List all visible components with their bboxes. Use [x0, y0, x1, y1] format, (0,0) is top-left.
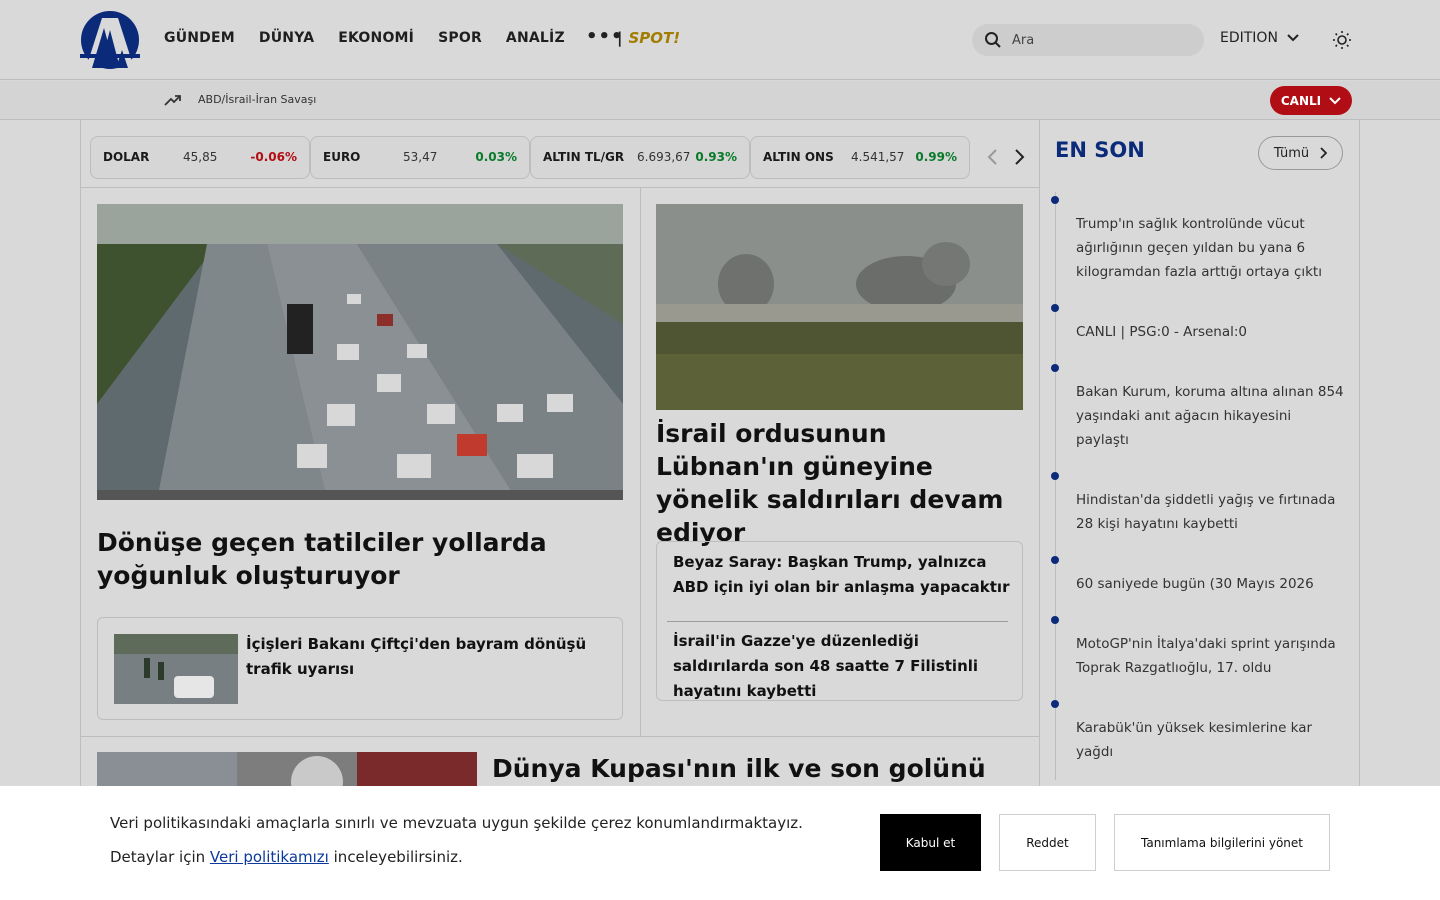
- chevron-right-icon[interactable]: [1013, 148, 1027, 166]
- main-content: DOLAR 45,85 -0.06% EURO 53,47 0.03% ALTI…: [80, 120, 1040, 800]
- edition-label: EDITION: [1220, 30, 1278, 46]
- nav-spor[interactable]: SPOR: [438, 30, 482, 46]
- second-related-card: Beyaz Saray: Başkan Trump, yalnızca ABD …: [656, 541, 1023, 701]
- related-story-image: [114, 634, 238, 704]
- feed-item-text: Hindistan'da şiddetli yağış ve fırtınada…: [1076, 492, 1336, 532]
- reject-cookies-button[interactable]: Reddet: [999, 814, 1096, 871]
- related-story-card[interactable]: İçişleri Bakanı Çiftçi'den bayram dönüşü…: [97, 617, 623, 720]
- feed-item-text: Trump'ın sağlık kontrolünde vücut ağırlı…: [1076, 216, 1322, 280]
- card-divider: [667, 621, 1008, 622]
- feed-item-text: Karabük'ün yüksek kesimlerine kar yağdı: [1076, 720, 1313, 760]
- spot-link[interactable]: | SPOT!: [617, 29, 680, 47]
- ticker-name: DOLAR: [103, 150, 150, 164]
- timeline-dot: [1051, 196, 1059, 204]
- feed-item-text: Bakan Kurum, koruma altına alınan 854 ya…: [1076, 384, 1344, 448]
- search-icon: [985, 32, 1001, 48]
- timeline-dot: [1051, 304, 1059, 312]
- nav-ekonomi[interactable]: EKONOMİ: [338, 30, 414, 46]
- cookie-banner: Veri politikasındaki amaçlarla sınırlı v…: [0, 786, 1440, 900]
- feed-item-text: CANLI | PSG:0 - Arsenal:0: [1076, 324, 1247, 340]
- column-divider: [640, 188, 641, 736]
- market-ticker: DOLAR 45,85 -0.06% EURO 53,47 0.03% ALTI…: [81, 120, 1039, 188]
- spot-separator: |: [617, 29, 623, 47]
- timeline-dot: [1051, 364, 1059, 372]
- see-all-label: Tümü: [1273, 145, 1310, 161]
- edition-selector[interactable]: EDITION: [1220, 30, 1300, 46]
- chevron-down-icon: [1329, 96, 1341, 104]
- ticker-value: 4.541,57: [851, 150, 905, 164]
- lead-story-image[interactable]: [97, 204, 623, 500]
- ticker-name: ALTIN TL/GR: [543, 150, 625, 164]
- related-story-title: İçişleri Bakanı Çiftçi'den bayram dönüşü…: [246, 635, 587, 678]
- ticker-change: 0.99%: [915, 150, 957, 164]
- second-related-title-1[interactable]: Beyaz Saray: Başkan Trump, yalnızca ABD …: [673, 550, 1013, 600]
- row-divider: [81, 736, 1039, 737]
- chevron-right-icon: [1320, 147, 1328, 159]
- ticker-item-euro[interactable]: EURO 53,47 0.03%: [310, 136, 530, 179]
- ticker-name: EURO: [323, 150, 361, 164]
- sidebar-title: EN SON: [1055, 138, 1145, 162]
- feed-item[interactable]: Bakan Kurum, koruma altına alınan 854 ya…: [1051, 360, 1345, 468]
- sun-icon[interactable]: [1332, 30, 1352, 50]
- chevron-down-icon: [1287, 34, 1299, 42]
- second-story-headline[interactable]: İsrail ordusunun Lübnan'ın güneyine yöne…: [656, 417, 1026, 549]
- feed-item[interactable]: MotoGP'nin İtalya'daki sprint yarışında …: [1051, 612, 1345, 696]
- ticker-name: ALTIN ONS: [763, 150, 834, 164]
- cookie-text: Veri politikasındaki amaçlarla sınırlı v…: [110, 814, 803, 832]
- search-box[interactable]: [972, 24, 1204, 56]
- nav-gundem[interactable]: GÜNDEM: [164, 30, 235, 46]
- ticker-change: 0.93%: [695, 150, 737, 164]
- trending-icon: [164, 95, 181, 106]
- ticker-item-altin-ons[interactable]: ALTIN ONS 4.541,57 0.99%: [750, 136, 970, 179]
- live-label: CANLI: [1280, 93, 1322, 108]
- timeline-dot: [1051, 556, 1059, 564]
- latest-news-feed: Trump'ın sağlık kontrolünde vücut ağırlı…: [1051, 192, 1345, 780]
- feed-item-text: 60 saniyede bugün (30 Mayıs 2026: [1076, 576, 1314, 592]
- ticker-change: -0.06%: [250, 150, 297, 164]
- aa-logo[interactable]: [80, 10, 140, 70]
- main-nav: GÜNDEM DÜNYA EKONOMİ SPOR ANALİZ: [164, 30, 565, 46]
- feed-item[interactable]: 60 saniyede bugün (30 Mayıs 2026: [1051, 552, 1345, 612]
- trending-bar: ABD/İsrail-İran Savaşı CANLI: [0, 81, 1440, 120]
- timeline-dot: [1051, 700, 1059, 708]
- timeline-dot: [1051, 616, 1059, 624]
- feed-item[interactable]: Karabük'ün yüksek kesimlerine kar yağdı: [1051, 696, 1345, 780]
- feed-item[interactable]: Hindistan'da şiddetli yağış ve fırtınada…: [1051, 468, 1345, 552]
- nav-analiz[interactable]: ANALİZ: [506, 30, 565, 46]
- site-header: GÜNDEM DÜNYA EKONOMİ SPOR ANALİZ ••• | SP…: [0, 0, 1440, 80]
- feed-item[interactable]: Trump'ın sağlık kontrolünde vücut ağırlı…: [1051, 192, 1345, 300]
- ticker-value: 45,85: [183, 150, 218, 164]
- trending-topic-link[interactable]: ABD/İsrail-İran Savaşı: [198, 93, 316, 106]
- second-related-title-2[interactable]: İsrail'in Gazze'ye düzenlediği saldırıla…: [673, 629, 1013, 704]
- feed-item-text: MotoGP'nin İtalya'daki sprint yarışında …: [1076, 636, 1336, 676]
- ticker-item-altin-tl[interactable]: ALTIN TL/GR 6.693,67 0.93%: [530, 136, 750, 179]
- data-policy-link[interactable]: Veri politikamızı: [210, 848, 329, 866]
- live-button[interactable]: CANLI: [1270, 86, 1352, 115]
- ticker-value: 6.693,67: [637, 150, 691, 164]
- ticker-item-dolar[interactable]: DOLAR 45,85 -0.06%: [90, 136, 310, 179]
- feed-item[interactable]: CANLI | PSG:0 - Arsenal:0: [1051, 300, 1345, 360]
- second-story-image[interactable]: [656, 204, 1023, 410]
- manage-cookies-button[interactable]: Tanımlama bilgilerini yönet: [1114, 814, 1330, 871]
- ticker-value: 53,47: [403, 150, 438, 164]
- cookie-details-prefix: Detaylar için: [110, 848, 206, 866]
- cookie-details-suffix: inceleyebilirsiniz.: [333, 848, 463, 866]
- ticker-change: 0.03%: [475, 150, 517, 164]
- spot-label: SPOT!: [628, 29, 681, 47]
- timeline-dot: [1051, 472, 1059, 480]
- latest-news-sidebar: EN SON Tümü Trump'ın sağlık kontrolünde …: [1040, 120, 1360, 800]
- third-story-headline[interactable]: Dünya Kupası'nın ilk ve son golünü: [492, 752, 1032, 785]
- lead-story-headline[interactable]: Dönüşe geçen tatilciler yollarda yoğunlu…: [97, 526, 623, 592]
- chevron-left-icon[interactable]: [985, 148, 999, 166]
- see-all-button[interactable]: Tümü: [1258, 136, 1343, 170]
- accept-cookies-button[interactable]: Kabul et: [880, 814, 981, 871]
- cookie-details: Detaylar için Veri politikamızı inceleye…: [110, 848, 463, 866]
- search-input[interactable]: [1012, 30, 1192, 50]
- nav-dunya[interactable]: DÜNYA: [259, 30, 314, 46]
